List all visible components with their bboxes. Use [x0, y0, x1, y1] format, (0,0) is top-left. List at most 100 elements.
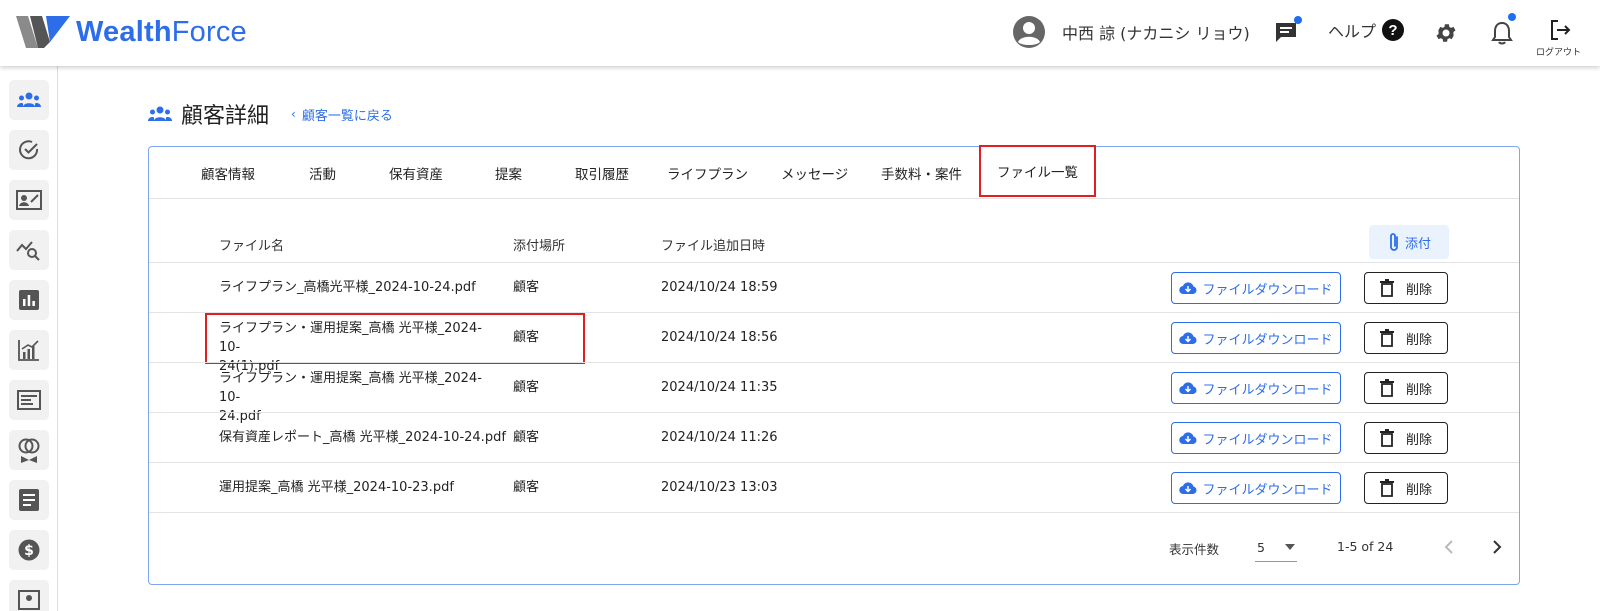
sidebar-item-news[interactable]	[9, 380, 49, 420]
download-button[interactable]: ファイルダウンロード	[1171, 322, 1341, 354]
logout-icon	[1551, 20, 1571, 40]
file-date: 2024/10/24 11:35	[661, 380, 778, 395]
file-location: 顧客	[513, 280, 540, 295]
file-date: 2024/10/24 18:59	[661, 280, 778, 295]
trash-icon	[1379, 279, 1394, 297]
help-button[interactable]: ヘルプ ?	[1328, 18, 1405, 42]
sidebar-item-analysis[interactable]	[9, 230, 49, 270]
tab-customer-info[interactable]: 顧客情報	[201, 147, 255, 198]
column-header-date[interactable]: ファイル追加日時	[661, 235, 765, 254]
back-to-list-link[interactable]: ‹ 顧客一覧に戻る	[291, 105, 393, 124]
cloud-download-icon	[1179, 382, 1197, 395]
file-location: 顧客	[513, 480, 540, 495]
cloud-download-icon	[1179, 332, 1197, 345]
settings-button[interactable]	[1432, 19, 1460, 47]
delete-button[interactable]: 削除	[1364, 322, 1448, 354]
delete-button[interactable]: 削除	[1364, 272, 1448, 304]
cloud-download-icon	[1179, 282, 1197, 295]
tab-proposals[interactable]: 提案	[495, 147, 522, 198]
tab-fees[interactable]: 手数料・案件	[881, 147, 962, 198]
file-date: 2024/10/24 11:26	[661, 430, 778, 445]
page-header: 顧客詳細 ‹ 顧客一覧に戻る	[148, 98, 393, 130]
download-button[interactable]: ファイルダウンロード	[1171, 272, 1341, 304]
delete-button[interactable]: 削除	[1364, 372, 1448, 404]
next-page-button[interactable]	[1483, 533, 1511, 561]
customers-icon	[148, 106, 172, 121]
column-header-file-name[interactable]: ファイル名	[219, 235, 284, 254]
attach-label: 添付	[1404, 236, 1431, 252]
cloud-download-icon	[1179, 482, 1197, 495]
bar-chart-icon	[19, 290, 39, 310]
sidebar-item-documents[interactable]	[9, 480, 49, 520]
tab-messages[interactable]: メッセージ	[781, 147, 848, 198]
download-button[interactable]: ファイルダウンロード	[1171, 472, 1341, 504]
sidebar-item-tasks[interactable]	[9, 130, 49, 170]
rows-per-page-select[interactable]: 5	[1255, 534, 1297, 562]
tab-bar: 顧客情報 活動 保有資産 提案 取引履歴 ライフプラン メッセージ 手数料・案件…	[149, 145, 1519, 199]
messages-button[interactable]	[1272, 16, 1302, 46]
page-title: 顧客詳細	[181, 104, 270, 129]
image-icon	[18, 590, 40, 610]
trash-icon	[1379, 329, 1394, 347]
tab-activity[interactable]: 活動	[309, 147, 336, 198]
download-button[interactable]: ファイルダウンロード	[1171, 372, 1341, 404]
file-name: 運用提案_高橋 光平様_2024-10-23.pdf	[219, 480, 454, 495]
logout-button[interactable]	[1546, 16, 1574, 44]
table-row: ライフプラン・運用提案_高橋 光平様_2024-10- 24(1).pdf 顧客 …	[149, 312, 1519, 374]
rows-per-page-label: 表示件数	[1169, 542, 1220, 557]
notification-dot	[1294, 16, 1302, 24]
download-button[interactable]: ファイルダウンロード	[1171, 422, 1341, 454]
user-avatar-icon	[1013, 16, 1045, 48]
chevron-right-icon	[1493, 540, 1502, 554]
file-name: ライフプラン_高橋光平様_2024-10-24.pdf	[219, 280, 476, 295]
trash-icon	[1379, 479, 1394, 497]
paperclip-icon	[1390, 233, 1398, 251]
tab-holdings[interactable]: 保有資産	[389, 147, 443, 198]
chat-icon	[1276, 23, 1296, 42]
file-location: 顧客	[513, 430, 540, 445]
previous-page-button[interactable]	[1435, 533, 1463, 561]
file-location: 顧客	[513, 330, 540, 345]
help-label: ヘルプ	[1328, 22, 1377, 41]
sidebar-item-reports[interactable]	[9, 280, 49, 320]
back-link-label: 顧客一覧に戻る	[301, 108, 393, 124]
table-row: 運用提案_高橋 光平様_2024-10-23.pdf 顧客 2024/10/23…	[149, 462, 1519, 512]
file-date: 2024/10/23 13:03	[661, 480, 778, 495]
file-date: 2024/10/24 18:56	[661, 330, 778, 345]
customers-icon	[17, 92, 41, 107]
table-row: ライフプラン・運用提案_高橋 光平様_2024-10- 24.pdf 顧客 202…	[149, 362, 1519, 424]
dollar-icon: $	[18, 539, 40, 561]
tab-life-plan[interactable]: ライフプラン	[667, 147, 748, 198]
notification-dot	[1508, 13, 1516, 21]
chevron-left-icon: ‹	[291, 107, 296, 121]
sidebar-item-profile[interactable]	[9, 180, 49, 220]
document-icon	[19, 489, 39, 511]
customer-detail-card: 顧客情報 活動 保有資産 提案 取引履歴 ライフプラン メッセージ 手数料・案件…	[148, 145, 1520, 585]
tab-file-list[interactable]: ファイル一覧	[979, 145, 1096, 197]
sidebar-item-performance[interactable]	[9, 330, 49, 370]
notifications-button[interactable]	[1488, 13, 1516, 47]
growth-chart-icon	[18, 340, 39, 361]
logout-label: ログアウト	[1536, 48, 1582, 58]
sidebar-item-customers[interactable]	[9, 80, 49, 120]
attach-button[interactable]: 添付	[1369, 225, 1449, 259]
wealthforce-logo[interactable]: WealthForce	[16, 14, 247, 50]
sidebar-item-life-events[interactable]	[9, 430, 49, 470]
sidebar-item-images[interactable]	[9, 580, 49, 611]
delete-button[interactable]: 削除	[1364, 472, 1448, 504]
gear-icon	[1436, 24, 1456, 42]
sidebar-item-fees[interactable]: $	[9, 530, 49, 570]
sidebar: $	[0, 66, 58, 611]
user-menu[interactable]: 中西 諒 (ナカニシ リョウ)	[1012, 15, 1250, 49]
delete-button[interactable]: 削除	[1364, 422, 1448, 454]
cloud-download-icon	[1179, 432, 1197, 445]
table-row: ライフプラン_高橋光平様_2024-10-24.pdf 顧客 2024/10/2…	[149, 262, 1519, 312]
tab-transactions[interactable]: 取引履歴	[575, 147, 629, 198]
column-header-location[interactable]: 添付場所	[513, 235, 565, 254]
chevron-left-icon	[1444, 540, 1453, 554]
table-row: 保有資産レポート_高橋 光平様_2024-10-24.pdf 顧客 2024/1…	[149, 412, 1519, 462]
rings-icon	[18, 438, 40, 463]
trash-icon	[1379, 429, 1394, 447]
help-icon: ?	[1382, 19, 1405, 41]
user-name: 中西 諒 (ナカニシ リョウ)	[1062, 24, 1250, 43]
